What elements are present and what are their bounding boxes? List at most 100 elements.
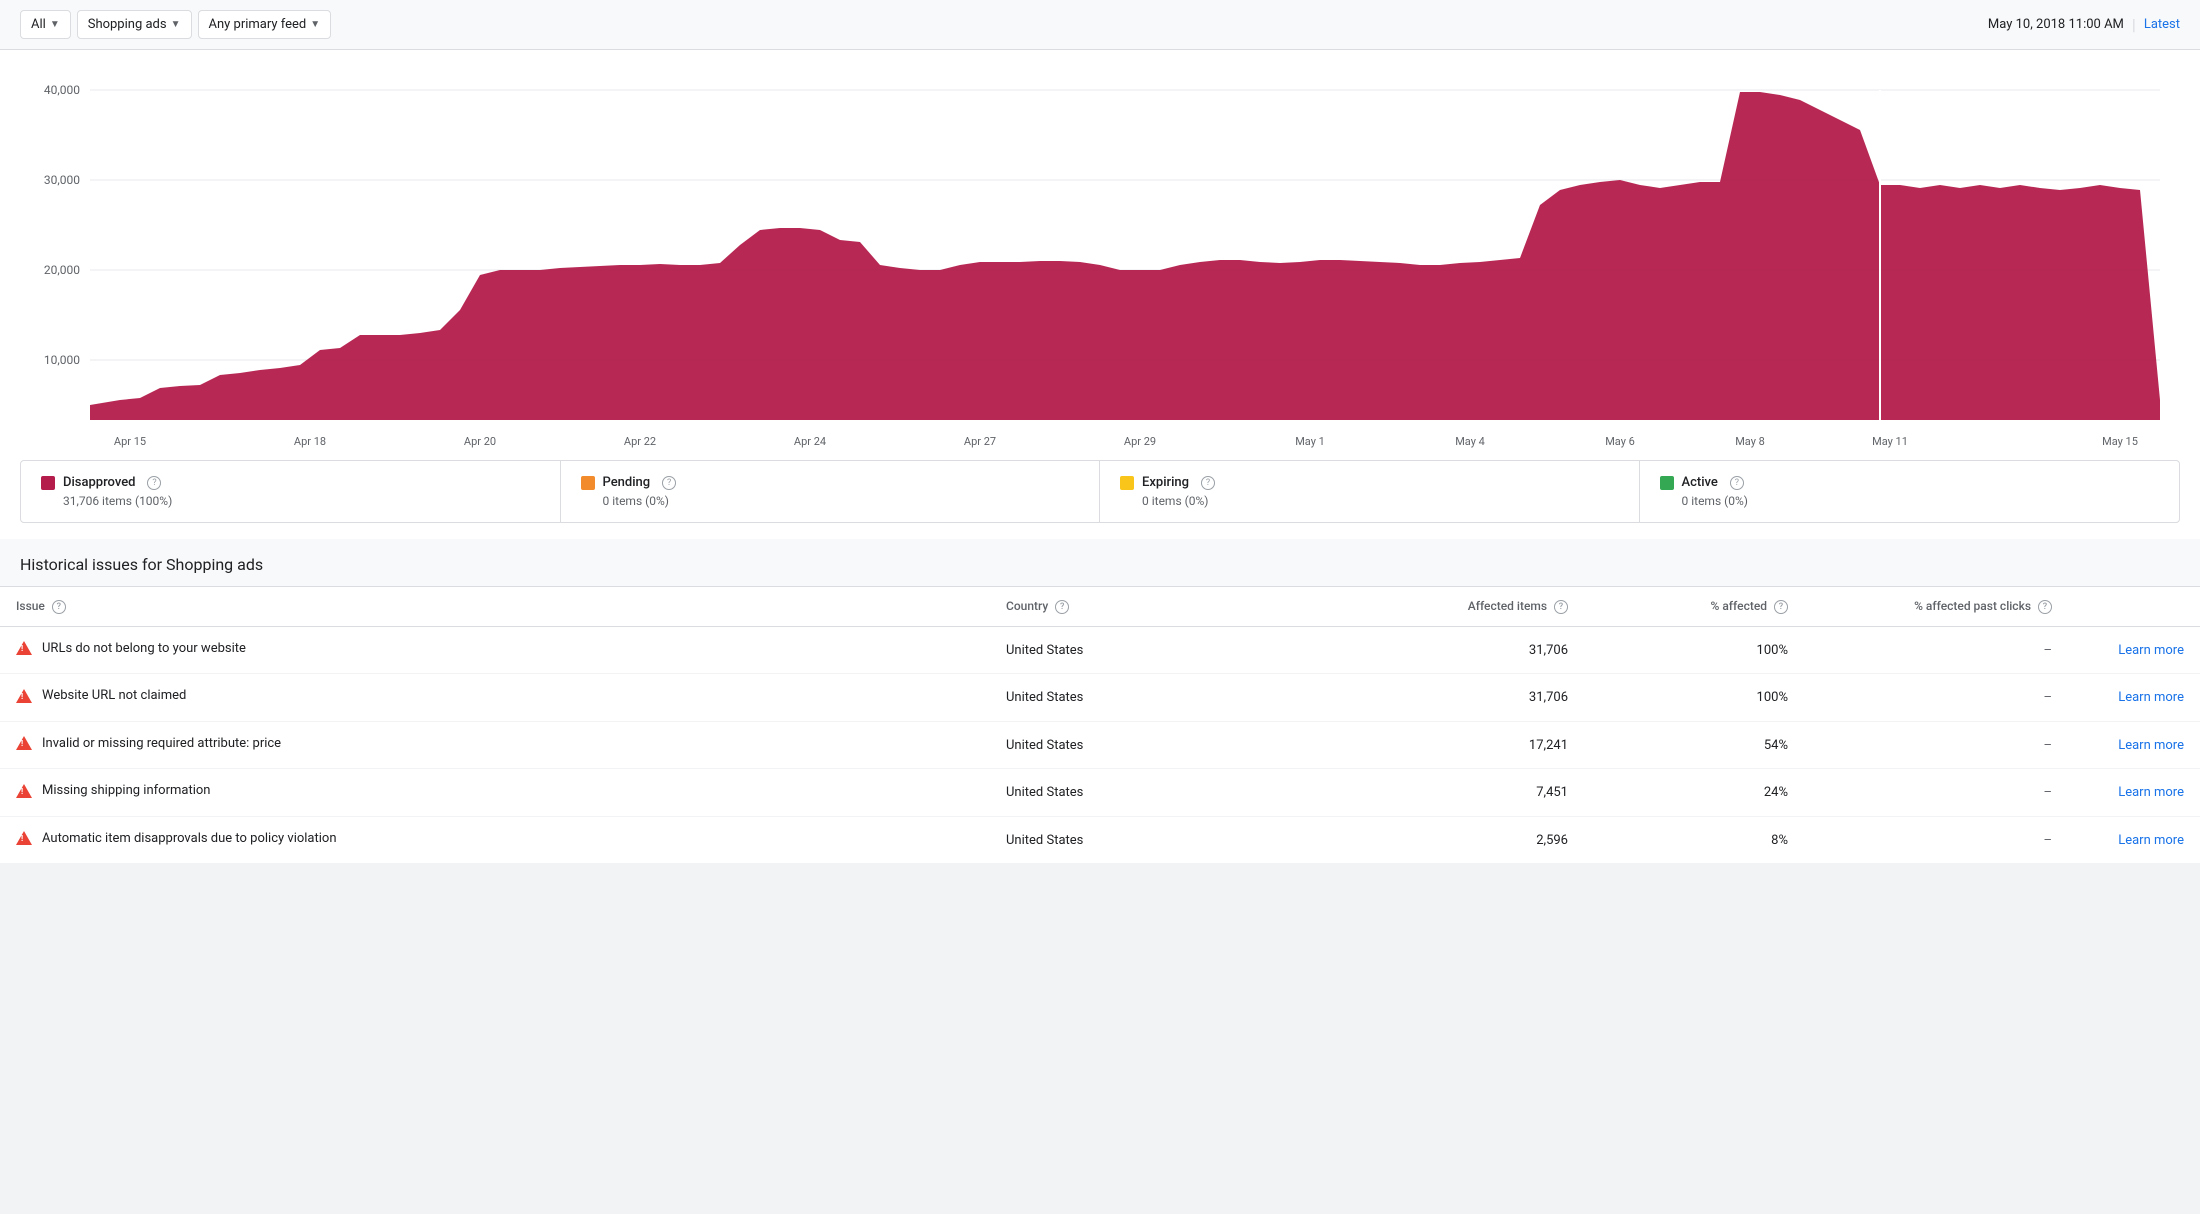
issue-cell-0: ! URLs do not belong to your website [0,626,990,674]
legend-color-expiring [1120,476,1134,490]
past-clicks-hint-icon: ? [2038,600,2052,614]
all-chevron: ▼ [50,19,60,30]
past-clicks-cell-0: – [1804,626,2068,674]
primary-feed-label: Any primary feed [209,17,307,32]
action-cell-1: Learn more [2068,674,2200,722]
legend-value-disapproved: 31,706 items (100%) [41,494,540,508]
legend-item-active: Active ? 0 items (0%) [1640,461,2180,522]
legend-item-disapproved: Disapproved ? 31,706 items (100%) [21,461,561,522]
svg-text:May 1: May 1 [1295,435,1325,448]
action-cell-3: Learn more [2068,769,2200,817]
legend-color-pending [581,476,595,490]
col-header-issue: Issue ? [0,587,990,626]
legend-bar: Disapproved ? 31,706 items (100%) Pendin… [20,460,2180,523]
affected-items-cell-1: 31,706 [1320,674,1584,722]
past-clicks-cell-1: – [1804,674,2068,722]
latest-link[interactable]: Latest [2144,17,2180,32]
svg-text:Apr 22: Apr 22 [624,435,656,448]
all-dropdown[interactable]: All ▼ [20,10,71,39]
table-row: ! Website URL not claimed United States … [0,674,2200,722]
learn-more-link-1[interactable]: Learn more [2118,690,2184,705]
affected-items-cell-3: 7,451 [1320,769,1584,817]
separator: | [2132,15,2136,34]
pct-affected-cell-0: 100% [1584,626,1804,674]
svg-text:Apr 29: Apr 29 [1124,435,1156,448]
learn-more-link-3[interactable]: Learn more [2118,785,2184,800]
legend-value-active: 0 items (0%) [1660,494,2160,508]
pct-affected-hint-icon: ? [1774,600,1788,614]
past-clicks-cell-3: – [1804,769,2068,817]
col-header-action [2068,587,2200,626]
shopping-ads-label: Shopping ads [88,17,167,32]
learn-more-link-2[interactable]: Learn more [2118,738,2184,753]
svg-text:Apr 20: Apr 20 [464,435,496,448]
legend-color-disapproved [41,476,55,490]
issue-cell-3: ! Missing shipping information [0,769,990,817]
legend-hint-active: ? [1730,476,1744,490]
legend-hint-pending: ? [662,476,676,490]
shopping-ads-dropdown[interactable]: Shopping ads ▼ [77,10,192,39]
country-cell-1: United States [990,674,1320,722]
svg-text:Apr 27: Apr 27 [964,435,996,448]
primary-feed-dropdown[interactable]: Any primary feed ▼ [198,10,332,39]
svg-text:10,000: 10,000 [44,353,80,367]
affected-items-cell-0: 31,706 [1320,626,1584,674]
country-cell-3: United States [990,769,1320,817]
svg-text:40,000: 40,000 [44,83,80,97]
issues-table: Issue ? Country ? Affected items ? % aff… [0,587,2200,863]
svg-text:Apr 15: Apr 15 [114,435,146,448]
date-display: May 10, 2018 11:00 AM [1988,17,2124,32]
primary-feed-chevron: ▼ [310,19,320,30]
pct-affected-cell-2: 54% [1584,721,1804,769]
legend-header-expiring: Expiring ? [1120,475,1619,490]
affected-items-hint-icon: ? [1554,600,1568,614]
legend-header-disapproved: Disapproved ? [41,475,540,490]
col-header-country: Country ? [990,587,1320,626]
table-row: ! Missing shipping information United St… [0,769,2200,817]
pct-affected-cell-1: 100% [1584,674,1804,722]
warning-icon-4: ! [16,831,32,845]
legend-label-disapproved: Disapproved [63,475,135,490]
svg-text:30,000: 30,000 [44,173,80,187]
issue-hint-icon: ? [52,600,66,614]
learn-more-link-0[interactable]: Learn more [2118,643,2184,658]
svg-text:Apr 24: Apr 24 [794,435,826,448]
warning-icon-2: ! [16,736,32,750]
pct-affected-cell-4: 8% [1584,816,1804,863]
issues-section-header: Historical issues for Shopping ads [0,539,2200,587]
legend-hint-expiring: ? [1201,476,1215,490]
country-hint-icon: ? [1055,600,1069,614]
affected-items-cell-2: 17,241 [1320,721,1584,769]
past-clicks-cell-2: – [1804,721,2068,769]
legend-value-expiring: 0 items (0%) [1120,494,1619,508]
issues-section: Historical issues for Shopping ads Issue… [0,539,2200,863]
svg-text:Apr 18: Apr 18 [294,435,326,448]
svg-text:May 8: May 8 [1735,435,1765,448]
action-cell-0: Learn more [2068,626,2200,674]
issue-cell-4: ! Automatic item disapprovals due to pol… [0,816,990,863]
issue-text-3: Missing shipping information [42,783,210,798]
past-clicks-cell-4: – [1804,816,2068,863]
affected-items-cell-4: 2,596 [1320,816,1584,863]
legend-value-pending: 0 items (0%) [581,494,1080,508]
legend-hint-disapproved: ? [147,476,161,490]
issues-title: Historical issues for Shopping ads [20,555,263,574]
chart-svg: 40,000 30,000 20,000 10,000 Apr 15 Apr 1… [20,70,2180,450]
country-cell-0: United States [990,626,1320,674]
pct-affected-cell-3: 24% [1584,769,1804,817]
issue-cell-1: ! Website URL not claimed [0,674,990,722]
table-row: ! Invalid or missing required attribute:… [0,721,2200,769]
warning-icon-1: ! [16,689,32,703]
legend-label-active: Active [1682,475,1718,490]
legend-item-pending: Pending ? 0 items (0%) [561,461,1101,522]
action-cell-4: Learn more [2068,816,2200,863]
col-header-affected-items: Affected items ? [1320,587,1584,626]
table-row: ! URLs do not belong to your website Uni… [0,626,2200,674]
issue-cell-2: ! Invalid or missing required attribute:… [0,721,990,769]
warning-icon-3: ! [16,784,32,798]
col-header-past-clicks: % affected past clicks ? [1804,587,2068,626]
legend-header-pending: Pending ? [581,475,1080,490]
learn-more-link-4[interactable]: Learn more [2118,833,2184,848]
svg-text:May 15: May 15 [2102,435,2138,448]
issue-text-2: Invalid or missing required attribute: p… [42,736,281,751]
